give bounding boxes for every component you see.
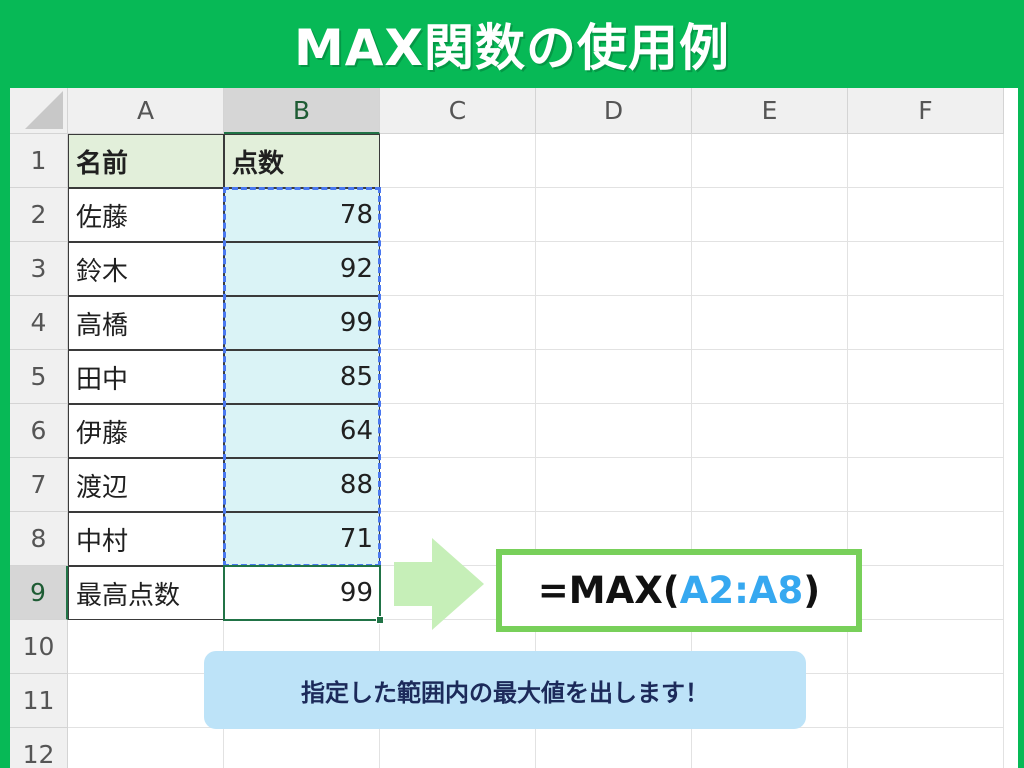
grid-cell[interactable] xyxy=(380,242,536,296)
select-all-triangle-icon xyxy=(25,91,63,129)
row-header-10[interactable]: 10 xyxy=(10,620,68,674)
grid-cell[interactable] xyxy=(848,458,1004,512)
grid-cell[interactable] xyxy=(692,296,848,350)
grid-cell[interactable] xyxy=(692,728,848,768)
grid-cell[interactable] xyxy=(536,188,692,242)
grid-cell[interactable] xyxy=(692,458,848,512)
grid-cell[interactable] xyxy=(536,242,692,296)
right-arrow-icon xyxy=(394,538,484,630)
row-header-4[interactable]: 4 xyxy=(10,296,68,350)
header-cell-score[interactable]: 点数 xyxy=(224,134,380,188)
score-cell[interactable]: 64 xyxy=(224,404,380,458)
grid-cell[interactable] xyxy=(380,350,536,404)
column-header-c[interactable]: C xyxy=(380,88,536,134)
score-cell[interactable]: 92 xyxy=(224,242,380,296)
row-header-3[interactable]: 3 xyxy=(10,242,68,296)
grid-cell[interactable] xyxy=(68,674,224,728)
row-header-6[interactable]: 6 xyxy=(10,404,68,458)
name-cell[interactable]: 中村 xyxy=(68,512,224,566)
grid-cell[interactable] xyxy=(692,242,848,296)
grid-cell[interactable] xyxy=(536,296,692,350)
formula-suffix: ) xyxy=(803,569,821,612)
grid-cell[interactable] xyxy=(692,350,848,404)
name-cell[interactable]: 渡辺 xyxy=(68,458,224,512)
grid-cell[interactable] xyxy=(380,458,536,512)
grid-cell[interactable] xyxy=(848,620,1004,674)
score-cell[interactable]: 88 xyxy=(224,458,380,512)
grid-cell[interactable] xyxy=(68,620,224,674)
column-header-b[interactable]: B xyxy=(224,88,380,134)
grid-cell[interactable] xyxy=(536,134,692,188)
grid-cell[interactable] xyxy=(536,404,692,458)
score-cell[interactable]: 85 xyxy=(224,350,380,404)
explanation-note: 指定した範囲内の最大値を出します！ xyxy=(204,651,806,729)
grid-cell[interactable] xyxy=(848,404,1004,458)
row-header-1[interactable]: 1 xyxy=(10,134,68,188)
row-header-12[interactable]: 12 xyxy=(10,728,68,768)
name-cell[interactable]: 田中 xyxy=(68,350,224,404)
formula-range-reference: A2:A8 xyxy=(679,569,804,612)
grid-cell[interactable] xyxy=(380,134,536,188)
formula-prefix: =MAX( xyxy=(537,569,680,612)
grid-cell[interactable] xyxy=(848,728,1004,768)
grid-cell[interactable] xyxy=(68,728,224,768)
page-title: MAX関数の使用例 xyxy=(293,19,730,77)
summary-label-cell[interactable]: 最高点数 xyxy=(68,566,224,620)
column-header-a[interactable]: A xyxy=(68,88,224,134)
grid-cell[interactable] xyxy=(536,728,692,768)
grid-cell[interactable] xyxy=(692,188,848,242)
explanation-text: 指定した範囲内の最大値を出します！ xyxy=(301,678,709,707)
formula-callout: =MAX(A2:A8) xyxy=(496,549,862,632)
row-header-11[interactable]: 11 xyxy=(10,674,68,728)
grid-cell[interactable] xyxy=(848,134,1004,188)
row-header-8[interactable]: 8 xyxy=(10,512,68,566)
grid-cell[interactable] xyxy=(848,512,1004,566)
grid-cell[interactable] xyxy=(848,566,1004,620)
name-cell[interactable]: 鈴木 xyxy=(68,242,224,296)
row-header-5[interactable]: 5 xyxy=(10,350,68,404)
column-header-f[interactable]: F xyxy=(848,88,1004,134)
fill-handle[interactable] xyxy=(376,616,384,624)
grid-cell[interactable] xyxy=(848,674,1004,728)
grid-cell[interactable] xyxy=(848,296,1004,350)
column-header-d[interactable]: D xyxy=(536,88,692,134)
frame-right-edge xyxy=(1018,88,1024,768)
frame-left-edge xyxy=(0,88,10,768)
row-header-9[interactable]: 9 xyxy=(10,566,68,620)
select-all-corner[interactable] xyxy=(10,88,68,134)
header-cell-name[interactable]: 名前 xyxy=(68,134,224,188)
column-header-e[interactable]: E xyxy=(692,88,848,134)
row-header-2[interactable]: 2 xyxy=(10,188,68,242)
name-cell[interactable]: 高橋 xyxy=(68,296,224,350)
name-cell[interactable]: 佐藤 xyxy=(68,188,224,242)
grid-cell[interactable] xyxy=(536,350,692,404)
score-cell[interactable]: 78 xyxy=(224,188,380,242)
row-header-7[interactable]: 7 xyxy=(10,458,68,512)
score-cell[interactable]: 71 xyxy=(224,512,380,566)
grid-cell[interactable] xyxy=(692,404,848,458)
grid-cell[interactable] xyxy=(848,350,1004,404)
summary-value-cell[interactable]: 99 xyxy=(224,566,380,620)
score-cell[interactable]: 99 xyxy=(224,296,380,350)
grid-cell[interactable] xyxy=(224,728,380,768)
name-cell[interactable]: 伊藤 xyxy=(68,404,224,458)
grid-cell[interactable] xyxy=(692,134,848,188)
grid-cell[interactable] xyxy=(380,404,536,458)
title-banner: MAX関数の使用例 xyxy=(0,0,1024,88)
grid-cell[interactable] xyxy=(380,188,536,242)
grid-cell[interactable] xyxy=(848,242,1004,296)
grid-cell[interactable] xyxy=(380,296,536,350)
grid-cell[interactable] xyxy=(380,728,536,768)
grid-cell[interactable] xyxy=(536,458,692,512)
grid-cell[interactable] xyxy=(848,188,1004,242)
